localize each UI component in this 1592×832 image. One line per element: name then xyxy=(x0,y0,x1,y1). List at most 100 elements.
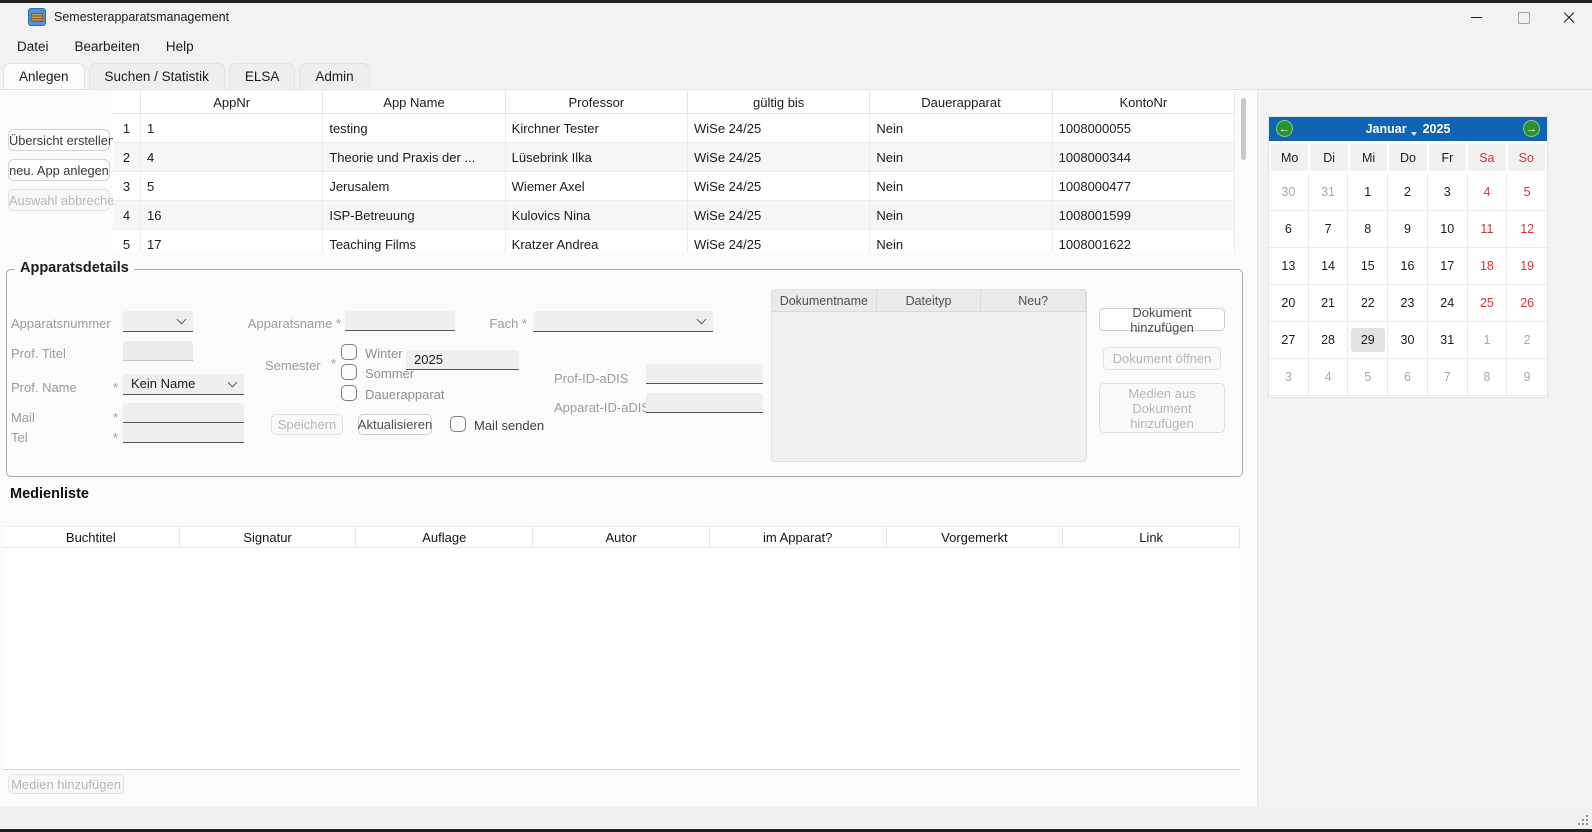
calendar-day[interactable]: 13 xyxy=(1269,248,1309,285)
tab-admin[interactable]: Admin xyxy=(299,63,369,89)
calendar-day[interactable]: 4 xyxy=(1309,359,1349,396)
media-column-buchtitel[interactable]: Buchtitel xyxy=(3,527,180,548)
calendar-day[interactable]: 9 xyxy=(1507,359,1547,396)
table-row[interactable]: 24Theorie und Praxis der ...Lüsebrink Il… xyxy=(113,143,1235,172)
calendar-day[interactable]: 17 xyxy=(1428,248,1468,285)
menu-bearbeiten[interactable]: Bearbeiten xyxy=(62,34,153,59)
calendar-day[interactable]: 31 xyxy=(1428,322,1468,359)
calendar-day[interactable]: 11 xyxy=(1468,211,1508,248)
calendar-day[interactable]: 1 xyxy=(1348,174,1388,211)
calendar-day[interactable]: 20 xyxy=(1269,285,1309,322)
apparat-id-adis-input[interactable] xyxy=(646,393,763,413)
doc-column-dokumentname[interactable]: Dokumentname xyxy=(772,290,877,312)
apparatsname-input[interactable] xyxy=(345,311,455,331)
tab-anlegen[interactable]: Anlegen xyxy=(3,63,85,89)
column-header-dauerapparat[interactable]: Dauerapparat xyxy=(870,91,1052,114)
calendar-day[interactable]: 22 xyxy=(1348,285,1388,322)
table-row[interactable]: 11testingKirchner TesterWiSe 24/25Nein10… xyxy=(113,114,1235,143)
calendar-day[interactable]: 12 xyxy=(1507,211,1547,248)
apparat-id-adis-label: Apparat-ID-aDIS xyxy=(554,400,650,415)
media-column-im-apparat[interactable]: im Apparat? xyxy=(710,527,887,548)
calendar-day[interactable]: 1 xyxy=(1468,322,1508,359)
column-header-professor[interactable]: Professor xyxy=(506,91,688,114)
menu-datei[interactable]: Datei xyxy=(4,34,62,59)
calendar-day[interactable]: 10 xyxy=(1428,211,1468,248)
calendar-day[interactable]: 7 xyxy=(1309,211,1349,248)
calendar-day[interactable]: 6 xyxy=(1269,211,1309,248)
column-header-app-name[interactable]: App Name xyxy=(323,91,505,114)
media-column-autor[interactable]: Autor xyxy=(533,527,710,548)
calendar-day[interactable]: 3 xyxy=(1428,174,1468,211)
cell: 17 xyxy=(141,230,323,253)
calendar-day[interactable]: 8 xyxy=(1468,359,1508,396)
calendar-day[interactable]: 28 xyxy=(1309,322,1349,359)
uebersicht-erstellen-button[interactable]: Übersicht erstellen xyxy=(8,129,110,151)
prof-id-adis-input[interactable] xyxy=(646,364,763,384)
calendar-day[interactable]: 31 xyxy=(1309,174,1349,211)
calendar-title[interactable]: Januar 2025 xyxy=(1366,122,1451,136)
winter-radio[interactable] xyxy=(341,344,357,360)
calendar-day[interactable]: 23 xyxy=(1388,285,1428,322)
dauerapparat-radio[interactable] xyxy=(341,385,357,401)
calendar-day[interactable]: 3 xyxy=(1269,359,1309,396)
dokument-hinzufuegen-button[interactable]: Dokument hinzufügen xyxy=(1099,308,1225,331)
calendar-day[interactable]: 27 xyxy=(1269,322,1309,359)
calendar-day[interactable]: 8 xyxy=(1348,211,1388,248)
media-column-auflage[interactable]: Auflage xyxy=(356,527,533,548)
calendar-day[interactable]: 30 xyxy=(1269,174,1309,211)
semester-year-input[interactable]: 2025 xyxy=(406,350,519,370)
calendar-day[interactable]: 2 xyxy=(1507,322,1547,359)
calendar-day[interactable]: 5 xyxy=(1507,174,1547,211)
tab-suchen-statistik[interactable]: Suchen / Statistik xyxy=(89,63,225,89)
column-header-kontonr[interactable]: KontoNr xyxy=(1053,91,1235,114)
previous-month-icon[interactable]: ← xyxy=(1276,120,1293,137)
minimize-icon[interactable] xyxy=(1454,3,1500,33)
column-header-appnr[interactable]: AppNr xyxy=(141,91,323,114)
table-row[interactable]: 35JerusalemWiemer AxelWiSe 24/25Nein1008… xyxy=(113,172,1235,201)
apparatsnummer-combo[interactable] xyxy=(123,311,193,332)
media-column-link[interactable]: Link xyxy=(1063,527,1240,548)
calendar-day[interactable]: 19 xyxy=(1507,248,1547,285)
doc-column-dateityp[interactable]: Dateityp xyxy=(877,290,982,312)
calendar-day[interactable]: 26 xyxy=(1507,285,1547,322)
tab-elsa[interactable]: ELSA xyxy=(229,63,296,89)
mail-senden-checkbox[interactable] xyxy=(450,416,466,432)
mail-senden-label: Mail senden xyxy=(474,418,544,433)
calendar-day[interactable]: 15 xyxy=(1348,248,1388,285)
calendar-day[interactable]: 21 xyxy=(1309,285,1349,322)
fach-combo[interactable] xyxy=(533,311,713,332)
sommer-radio[interactable] xyxy=(341,364,357,380)
cell: Nein xyxy=(870,230,1052,253)
prof-name-combo[interactable]: Kein Name xyxy=(123,374,244,395)
next-month-icon[interactable]: → xyxy=(1523,120,1540,137)
calendar-day[interactable]: 6 xyxy=(1388,359,1428,396)
aktualisieren-button[interactable]: Aktualisieren xyxy=(358,414,432,435)
column-header-gueltig-bis[interactable]: gültig bis xyxy=(688,91,870,114)
calendar-day[interactable]: 18 xyxy=(1468,248,1508,285)
window-title: Semesterapparatsmanagement xyxy=(54,10,229,24)
calendar-day[interactable]: 29 xyxy=(1348,322,1388,359)
calendar-day[interactable]: 25 xyxy=(1468,285,1508,322)
close-icon[interactable] xyxy=(1546,3,1592,33)
maximize-icon[interactable] xyxy=(1500,3,1546,33)
mail-input[interactable] xyxy=(123,403,244,423)
calendar-day[interactable]: 14 xyxy=(1309,248,1349,285)
tel-input[interactable] xyxy=(123,423,244,443)
media-column-signatur[interactable]: Signatur xyxy=(180,527,357,548)
calendar-day[interactable]: 7 xyxy=(1428,359,1468,396)
calendar-day[interactable]: 16 xyxy=(1388,248,1428,285)
calendar-day[interactable]: 24 xyxy=(1428,285,1468,322)
calendar-day[interactable]: 30 xyxy=(1388,322,1428,359)
table-row[interactable]: 517Teaching FilmsKratzer AndreaWiSe 24/2… xyxy=(113,230,1235,253)
calendar-day[interactable]: 2 xyxy=(1388,174,1428,211)
table-row[interactable]: 416ISP-BetreuungKulovics NinaWiSe 24/25N… xyxy=(113,201,1235,230)
apps-table-scrollbar[interactable] xyxy=(1241,98,1246,160)
calendar-day[interactable]: 9 xyxy=(1388,211,1428,248)
menu-help[interactable]: Help xyxy=(153,34,207,59)
doc-column-neu[interactable]: Neu? xyxy=(981,290,1086,312)
calendar-day[interactable]: 4 xyxy=(1468,174,1508,211)
calendar-day[interactable]: 5 xyxy=(1348,359,1388,396)
neu-app-anlegen-button[interactable]: neu. App anlegen xyxy=(8,159,110,181)
media-column-vorgemerkt[interactable]: Vorgemerkt xyxy=(887,527,1064,548)
resize-grip-icon[interactable] xyxy=(1586,823,1588,825)
